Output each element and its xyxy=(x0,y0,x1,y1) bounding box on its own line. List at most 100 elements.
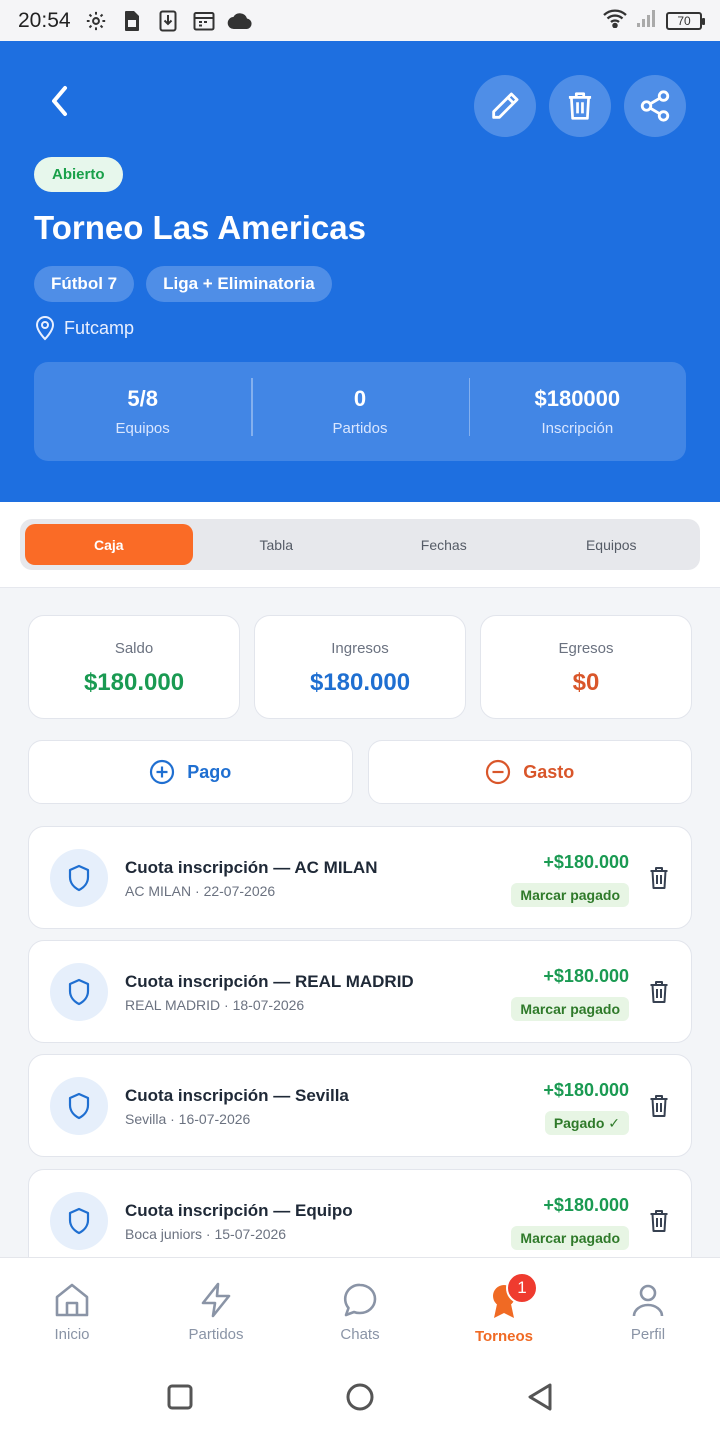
shield-icon xyxy=(50,849,108,907)
shield-icon xyxy=(50,963,108,1021)
chip-mode: Liga + Eliminatoria xyxy=(146,266,332,302)
transaction-subtitle: REAL MADRID · 18-07-2026 xyxy=(125,997,305,1013)
trash-icon xyxy=(568,92,592,120)
stat-label: Partidos xyxy=(332,420,388,437)
status-badge: Abierto xyxy=(34,157,123,192)
add-expense-button[interactable]: Gasto xyxy=(367,740,692,804)
segment-tabs: Caja Tabla Fechas Equipos xyxy=(20,519,700,570)
tab-caja[interactable]: Caja xyxy=(25,524,193,565)
transaction-title: Cuota inscripción — AC MILAN xyxy=(125,858,378,877)
stat-value: $180000 xyxy=(534,386,621,411)
status-right: 70 xyxy=(602,8,705,33)
tab-equipos[interactable]: Equipos xyxy=(528,524,696,565)
stat-inscripcion: $180000 Inscripción xyxy=(468,378,686,437)
cash-summary: Saldo $180.000 Ingresos $180.000 Egresos… xyxy=(28,615,692,719)
nav-label: Chats xyxy=(340,1326,380,1343)
user-icon xyxy=(632,1284,664,1317)
wifi-icon xyxy=(602,8,628,33)
tabs-container: Caja Tabla Fechas Equipos xyxy=(0,502,720,588)
transaction-subtitle: Sevilla · 16-07-2026 xyxy=(125,1111,251,1127)
page-title: Torneo Las Americas xyxy=(34,209,366,246)
transaction-amount: +$180.000 xyxy=(543,966,629,986)
minus-circle-icon xyxy=(486,759,511,785)
nav-label: Inicio xyxy=(54,1326,90,1343)
transaction-title: Cuota inscripción — Sevilla xyxy=(125,1086,349,1105)
system-back-button[interactable] xyxy=(526,1382,554,1417)
nav-label: Partidos xyxy=(188,1326,244,1343)
location: Futcamp xyxy=(34,315,134,341)
delete-tournament-button[interactable] xyxy=(549,75,611,137)
add-payment-button[interactable]: Pago xyxy=(28,740,353,804)
nav-perfil[interactable]: Perfil xyxy=(576,1258,720,1358)
trash-icon xyxy=(650,1095,668,1117)
egresos-label: Egresos xyxy=(558,640,614,657)
nav-partidos[interactable]: Partidos xyxy=(144,1258,288,1358)
bottom-nav: Inicio Partidos Chats 1 Torneos Perfil xyxy=(0,1257,720,1358)
nav-torneos[interactable]: 1 Torneos xyxy=(432,1258,576,1358)
square-icon xyxy=(167,1384,193,1409)
add-payment-label: Pago xyxy=(187,761,232,782)
mark-paid-button[interactable]: Marcar pagado xyxy=(511,1226,629,1250)
nav-inicio[interactable]: Inicio xyxy=(0,1258,144,1358)
ingresos-value: $180.000 xyxy=(309,669,411,696)
mark-paid-button[interactable]: Marcar pagado xyxy=(511,883,629,907)
shield-icon xyxy=(50,1077,108,1135)
tab-tabla[interactable]: Tabla xyxy=(193,524,361,565)
status-bar: 20:54 70 xyxy=(0,0,720,41)
trash-icon xyxy=(650,1210,668,1232)
battery-icon: 70 xyxy=(666,11,705,30)
location-name: Futcamp xyxy=(64,317,135,338)
transaction-subtitle: AC MILAN · 22-07-2026 xyxy=(125,883,276,899)
circle-icon xyxy=(346,1383,374,1410)
home-button[interactable] xyxy=(345,1382,375,1417)
home-icon xyxy=(55,1283,89,1317)
stat-label: Equipos xyxy=(115,420,170,437)
stat-label: Inscripción xyxy=(541,420,614,437)
edit-button[interactable] xyxy=(474,75,536,137)
transaction-item[interactable]: Cuota inscripción — Sevilla Sevilla · 16… xyxy=(28,1054,692,1157)
triangle-back-icon xyxy=(528,1383,552,1410)
trash-icon xyxy=(650,867,668,889)
delete-transaction-button[interactable] xyxy=(647,979,671,1005)
stat-partidos: 0 Partidos xyxy=(251,378,468,437)
chip-format: Fútbol 7 xyxy=(34,266,135,302)
system-nav-bar xyxy=(0,1358,720,1440)
delete-transaction-button[interactable] xyxy=(647,865,671,891)
transaction-title: Cuota inscripción — Equipo xyxy=(125,1201,353,1220)
recent-apps-button[interactable] xyxy=(166,1383,194,1416)
download-icon xyxy=(155,8,181,34)
pencil-icon xyxy=(492,92,519,119)
mark-paid-button[interactable]: Marcar pagado xyxy=(511,997,629,1021)
saldo-value: $180.000 xyxy=(83,669,185,696)
stat-value: 5/8 xyxy=(127,386,158,411)
transaction-item[interactable]: Cuota inscripción — AC MILAN AC MILAN · … xyxy=(28,826,692,929)
shield-icon xyxy=(50,1192,108,1250)
saldo-label: Saldo xyxy=(114,640,154,657)
tournament-stats: 5/8 Equipos 0 Partidos $180000 Inscripci… xyxy=(34,362,686,461)
saldo-card: Saldo $180.000 xyxy=(28,615,240,719)
chat-bubble-icon xyxy=(343,1283,377,1317)
plus-circle-icon xyxy=(150,759,175,785)
signal-icon xyxy=(636,8,658,33)
paid-status-badge: Pagado ✓ xyxy=(544,1111,629,1135)
cloud-icon xyxy=(227,8,253,34)
delete-transaction-button[interactable] xyxy=(647,1093,671,1119)
ingresos-card: Ingresos $180.000 xyxy=(254,615,466,719)
transaction-title: Cuota inscripción — REAL MADRID xyxy=(125,972,414,991)
delete-transaction-button[interactable] xyxy=(647,1208,671,1234)
tournament-chips: Fútbol 7 Liga + Eliminatoria xyxy=(34,266,332,302)
egresos-value: $0 xyxy=(572,669,600,696)
nav-label: Perfil xyxy=(630,1326,666,1343)
transaction-item[interactable]: Cuota inscripción — REAL MADRID REAL MAD… xyxy=(28,940,692,1043)
cash-actions: Pago Gasto xyxy=(28,740,692,804)
stat-equipos: 5/8 Equipos xyxy=(34,386,251,437)
tab-fechas[interactable]: Fechas xyxy=(360,524,528,565)
transaction-item[interactable]: Cuota inscripción — Equipo Boca juniors … xyxy=(28,1169,692,1257)
back-button[interactable] xyxy=(40,81,80,121)
ingresos-label: Ingresos xyxy=(331,640,389,657)
trash-icon xyxy=(650,981,668,1003)
transaction-subtitle: Boca juniors · 15-07-2026 xyxy=(125,1226,287,1242)
share-button[interactable] xyxy=(624,75,686,137)
stat-value: 0 xyxy=(353,386,367,411)
nav-chats[interactable]: Chats xyxy=(288,1258,432,1358)
